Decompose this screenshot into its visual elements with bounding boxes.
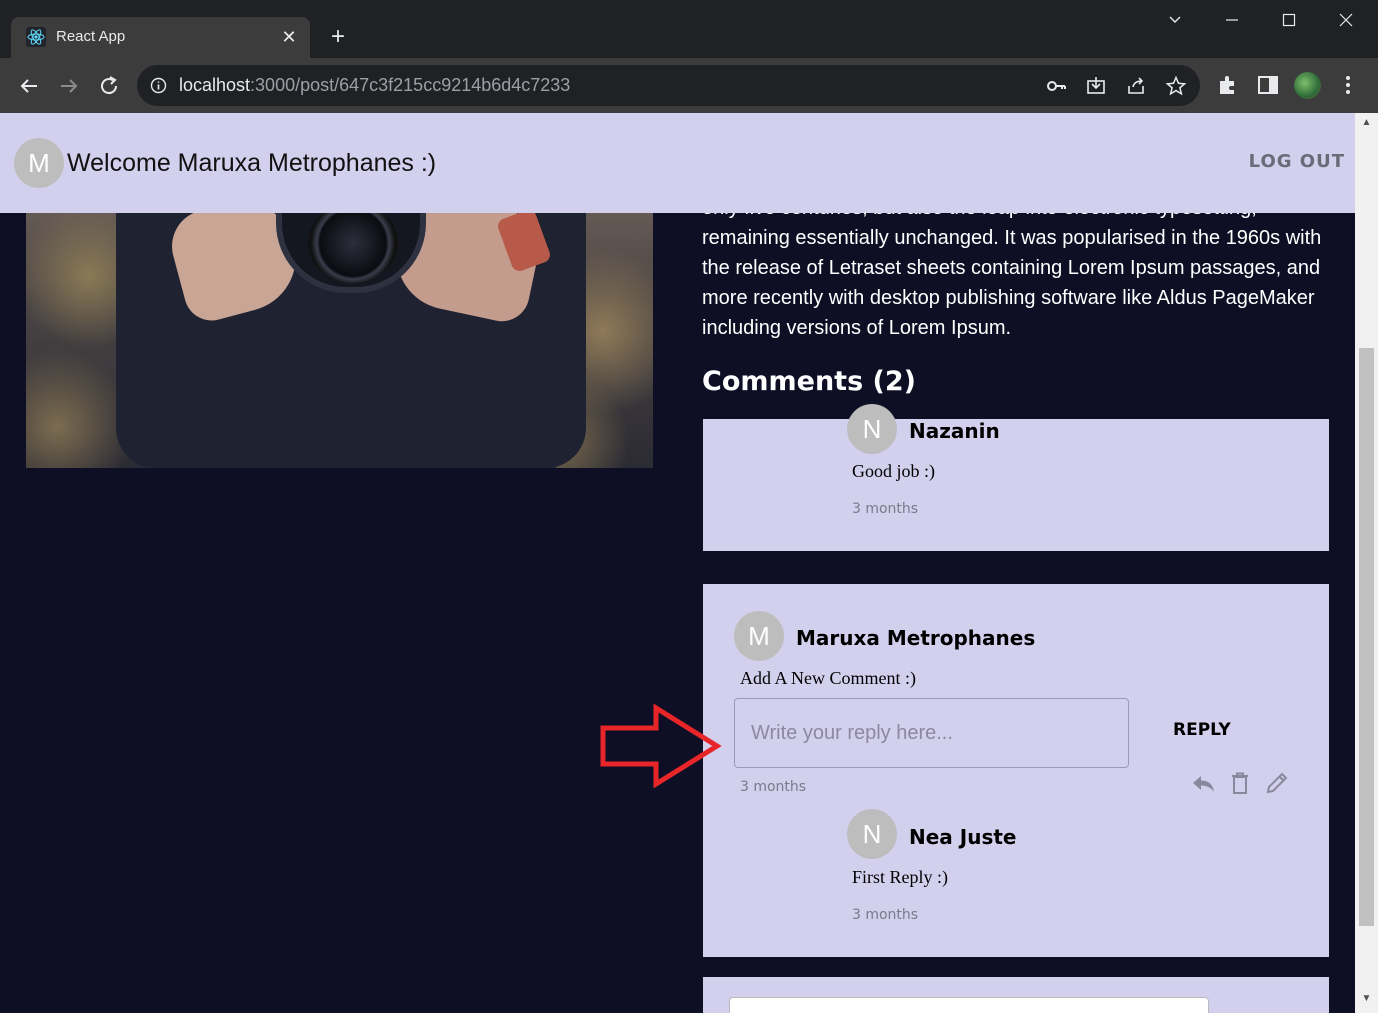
page-content: only five centuries, but also the leap i… (0, 113, 1355, 1013)
app-header: M Welcome Maruxa Metrophanes :) LOG OUT (0, 113, 1355, 213)
chevron-down-icon (1169, 16, 1180, 23)
new-tab-button[interactable]: + (322, 22, 354, 54)
tab-strip: React App ✕ + (0, 0, 1378, 58)
extensions-puzzle-icon[interactable] (1216, 73, 1240, 97)
reply-author: Nea Juste (909, 825, 1017, 849)
browser-toolbar: localhost:3000/post/647c3f215cc9214b6d4c… (0, 58, 1378, 113)
tab-title: React App (56, 28, 126, 45)
back-arrow-icon[interactable] (15, 72, 43, 100)
avatar: M (14, 138, 64, 188)
post-image (26, 193, 653, 468)
comment-time: 3 months (740, 779, 807, 795)
tab-search-button[interactable] (1146, 0, 1203, 40)
react-logo-icon (26, 27, 46, 47)
tab-close-icon[interactable]: ✕ (278, 26, 300, 48)
avatar: M (734, 611, 784, 661)
profile-avatar[interactable] (1294, 72, 1321, 99)
scroll-down-icon[interactable]: ▼ (1360, 993, 1373, 1006)
comment-text: Add A New Comment :) (740, 668, 916, 688)
reply-input[interactable] (734, 698, 1129, 768)
maximize-icon (1282, 13, 1295, 27)
welcome-text: Welcome Maruxa Metrophanes :) (67, 149, 437, 177)
share-icon[interactable] (1125, 75, 1147, 97)
bookmark-star-icon[interactable] (1165, 75, 1187, 97)
comment-card: N Nazanin Good job :) 3 months (703, 404, 1329, 551)
logout-button[interactable]: LOG OUT (1249, 151, 1345, 172)
avatar: N (847, 404, 897, 454)
side-panel-icon[interactable] (1256, 73, 1280, 97)
close-icon (1339, 13, 1352, 27)
forward-arrow-icon[interactable] (55, 72, 83, 100)
reply-text: First Reply :) (852, 867, 949, 887)
comment-time: 3 months (852, 501, 919, 517)
comment-card (703, 977, 1329, 1013)
edit-pencil-icon[interactable] (1264, 770, 1290, 796)
annotation-arrow-icon (600, 704, 722, 788)
scroll-up-icon[interactable]: ▲ (1360, 117, 1373, 130)
close-window-button[interactable] (1317, 0, 1374, 40)
reload-icon[interactable] (95, 72, 123, 100)
scrollbar-thumb[interactable] (1359, 348, 1374, 926)
key-icon[interactable] (1045, 75, 1067, 97)
comment-card: M Maruxa Metrophanes Add A New Comment :… (703, 584, 1329, 957)
info-icon[interactable] (150, 77, 167, 94)
browser-window: React App ✕ + localhost:3000/post/647c3f… (0, 0, 1378, 1013)
maximize-button[interactable] (1260, 0, 1317, 40)
url-text[interactable]: localhost:3000/post/647c3f215cc9214b6d4c… (179, 75, 570, 96)
article-text: remaining essentially unchanged. It was … (702, 227, 1322, 339)
reply-time: 3 months (852, 907, 919, 923)
reply-icon[interactable] (1190, 770, 1216, 796)
browser-tab[interactable]: React App ✕ (11, 17, 310, 58)
delete-icon[interactable] (1227, 770, 1253, 796)
install-app-icon[interactable] (1085, 75, 1107, 97)
comment-input[interactable] (729, 997, 1209, 1013)
comments-title: Comments (2) (702, 366, 917, 397)
address-bar[interactable]: localhost:3000/post/647c3f215cc9214b6d4c… (137, 65, 1200, 106)
comment-text: Good job :) (852, 461, 935, 481)
comment-author: Nazanin (909, 419, 1000, 443)
minimize-button[interactable] (1203, 0, 1260, 40)
comment-author: Maruxa Metrophanes (796, 626, 1036, 650)
reply-button[interactable]: REPLY (1173, 720, 1231, 740)
more-menu-icon[interactable] (1336, 73, 1360, 97)
scrollbar[interactable]: ▲ ▼ (1355, 113, 1378, 1013)
avatar: N (847, 809, 897, 859)
minimize-icon (1225, 19, 1238, 21)
